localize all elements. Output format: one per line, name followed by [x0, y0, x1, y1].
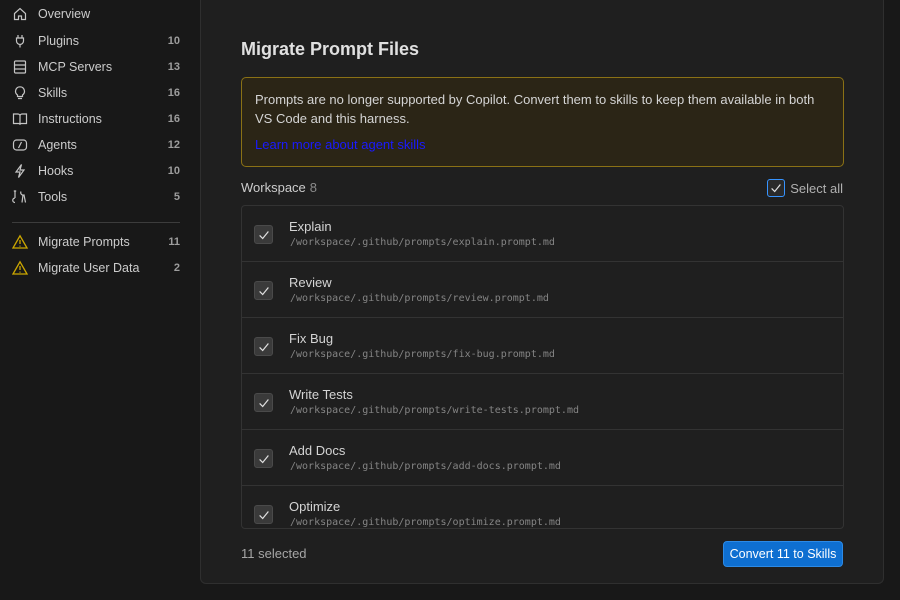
sidebar-item-count: 2	[173, 262, 180, 274]
lightbulb-icon	[11, 84, 29, 102]
sidebar-item-tools[interactable]: Tools 5	[0, 184, 200, 210]
sidebar-item-label: Migrate User Data	[38, 261, 140, 275]
learn-more-link[interactable]: Learn more about agent skills	[255, 137, 426, 152]
file-path: /workspace/.github/prompts/add-docs.prom…	[290, 461, 561, 472]
sidebar-item-overview[interactable]: Overview	[0, 1, 200, 27]
file-checkbox[interactable]	[254, 337, 273, 356]
sidebar-item-label: MCP Servers	[38, 60, 113, 74]
file-path: /workspace/.github/prompts/review.prompt…	[290, 293, 549, 304]
sidebar-item-mcp-servers[interactable]: MCP Servers 13	[0, 54, 200, 80]
list-item[interactable]: Fix Bug /workspace/.github/prompts/fix-b…	[242, 318, 843, 374]
sidebar-divider	[12, 222, 180, 223]
sidebar-item-migrate-user-data[interactable]: Migrate User Data 2	[0, 255, 200, 281]
warning-icon	[11, 233, 29, 251]
sidebar-item-count: 5	[173, 191, 180, 203]
file-checkbox[interactable]	[254, 449, 273, 468]
list-item[interactable]: Add Docs /workspace/.github/prompts/add-…	[242, 430, 843, 486]
file-path: /workspace/.github/prompts/explain.promp…	[290, 237, 555, 248]
sidebar-item-agents[interactable]: Agents 12	[0, 132, 200, 158]
sidebar-item-label: Hooks	[38, 164, 74, 178]
file-name: Review	[289, 275, 332, 290]
warning-icon	[11, 259, 29, 277]
list-item[interactable]: Review /workspace/.github/prompts/review…	[242, 262, 843, 318]
sidebar-item-label: Migrate Prompts	[38, 235, 130, 249]
sidebar-item-label: Overview	[38, 7, 91, 21]
workspace-count: 8	[309, 180, 318, 195]
sidebar-item-label: Tools	[38, 190, 68, 204]
select-all-checkbox[interactable]: Select all	[767, 179, 843, 197]
sidebar-item-count: 12	[167, 139, 180, 151]
file-name: Explain	[289, 219, 332, 234]
book-icon	[11, 110, 29, 128]
file-path: /workspace/.github/prompts/write-tests.p…	[290, 405, 579, 416]
selected-count: 11 selected	[241, 546, 307, 561]
sidebar-item-count: 16	[167, 113, 180, 125]
lightning-icon	[11, 162, 29, 180]
file-name: Fix Bug	[289, 331, 334, 346]
checkbox-checked-icon	[767, 179, 786, 197]
sidebar-item-label: Agents	[38, 138, 77, 152]
sidebar-item-hooks[interactable]: Hooks 10	[0, 158, 200, 184]
file-checkbox[interactable]	[254, 505, 273, 524]
sidebar-item-count: 13	[167, 61, 180, 73]
migrate-panel: Migrate Prompt Files Prompts are no long…	[200, 0, 884, 584]
file-checkbox[interactable]	[254, 225, 273, 244]
sidebar-item-label: Plugins	[38, 34, 79, 48]
list-item[interactable]: Explain /workspace/.github/prompts/expla…	[242, 206, 843, 262]
list-item[interactable]: Optimize /workspace/.github/prompts/opti…	[242, 486, 843, 528]
file-name: Add Docs	[289, 443, 346, 458]
file-name: Write Tests	[289, 387, 353, 402]
sidebar-item-count: 11	[168, 236, 180, 248]
file-path: /workspace/.github/prompts/optimize.prom…	[290, 517, 561, 528]
server-icon	[11, 58, 29, 76]
sidebar-item-migrate-prompts[interactable]: Migrate Prompts 11	[0, 229, 200, 255]
sidebar-item-count: 10	[167, 165, 180, 177]
list-item[interactable]: Write Tests /workspace/.github/prompts/w…	[242, 374, 843, 430]
sidebar-item-count: 10	[167, 35, 180, 47]
warning-banner: Prompts are no longer supported by Copil…	[241, 77, 844, 167]
sidebar: Overview Plugins 10 MCP Servers 13 Skill…	[0, 0, 200, 600]
home-icon	[11, 5, 29, 23]
select-all-label: Select all	[790, 180, 843, 196]
workspace-label: Workspace	[241, 180, 306, 195]
sidebar-item-label: Instructions	[38, 112, 102, 126]
file-path: /workspace/.github/prompts/fix-bug.promp…	[290, 349, 555, 360]
sidebar-item-instructions[interactable]: Instructions 16	[0, 106, 200, 132]
warning-message: Prompts are no longer supported by Copil…	[255, 92, 815, 126]
file-checkbox[interactable]	[254, 393, 273, 412]
sidebar-item-label: Skills	[38, 86, 68, 100]
sidebar-item-plugins[interactable]: Plugins 10	[0, 28, 200, 54]
workspace-section-label: Workspace 8	[241, 180, 317, 195]
agent-icon	[11, 136, 29, 154]
sidebar-item-count: 16	[167, 87, 180, 99]
plug-icon	[11, 32, 29, 50]
sidebar-item-skills[interactable]: Skills 16	[0, 80, 200, 106]
file-name: Optimize	[289, 499, 341, 514]
tools-icon	[11, 188, 29, 206]
page-title: Migrate Prompt Files	[241, 39, 420, 59]
convert-to-skills-button[interactable]: Convert 11 to Skills	[723, 541, 843, 567]
prompt-file-list[interactable]: Explain /workspace/.github/prompts/expla…	[241, 205, 844, 529]
file-checkbox[interactable]	[254, 281, 273, 300]
